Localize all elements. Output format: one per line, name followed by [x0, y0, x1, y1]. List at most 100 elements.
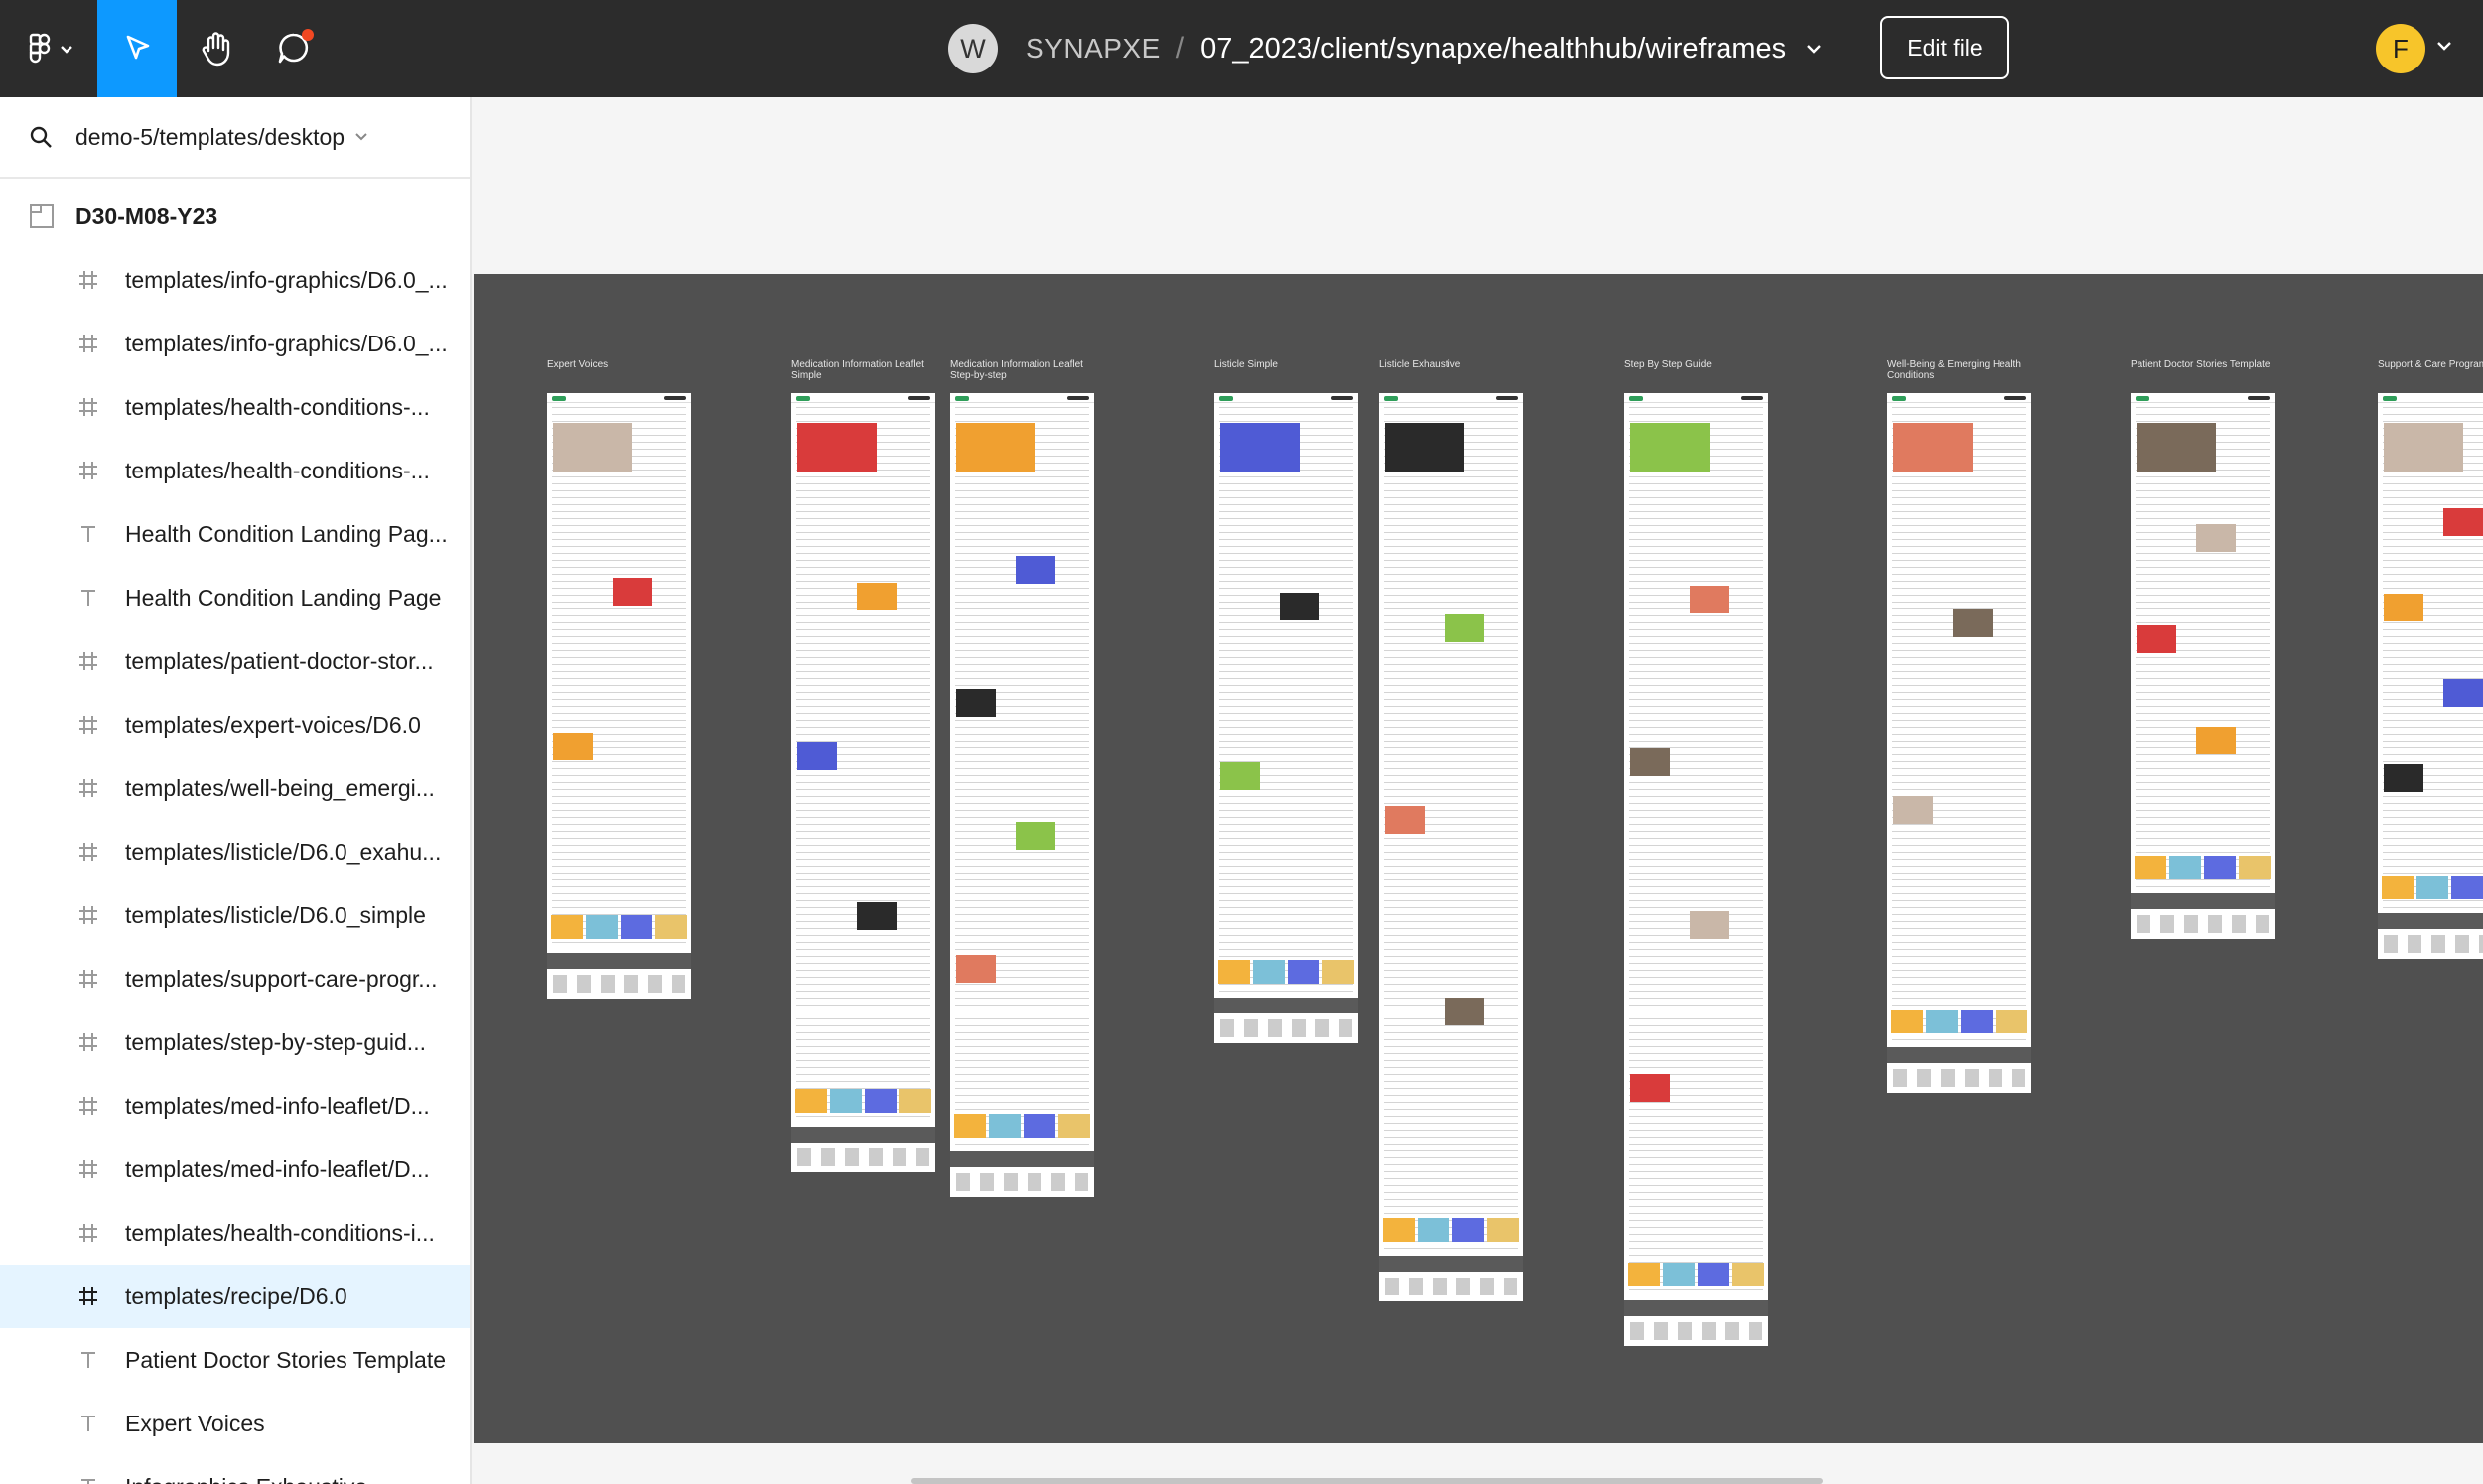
- frame-footer: [2378, 913, 2483, 959]
- logo: [1629, 396, 1643, 401]
- card-thumbnail: [2382, 876, 2414, 899]
- layer-item[interactable]: templates/listicle/D6.0_simple: [0, 883, 470, 947]
- layer-label: templates/med-info-leaflet/D...: [125, 1092, 430, 1119]
- image-thumbnail: [857, 583, 897, 610]
- frame-title[interactable]: Step By Step Guide: [1624, 359, 1778, 370]
- layer-item[interactable]: templates/listicle/D6.0_exahu...: [0, 820, 470, 883]
- chevron-down-icon[interactable]: [2436, 40, 2452, 52]
- image-thumbnail: [1953, 609, 1993, 637]
- card-thumbnail: [2169, 856, 2201, 879]
- frame-title[interactable]: Support & Care Program: [2378, 359, 2483, 370]
- card-thumbnail: [1996, 1010, 2027, 1033]
- frame-header: [2131, 393, 2275, 403]
- page-row[interactable]: D30-M08-Y23: [0, 185, 470, 248]
- layer-label: templates/patient-doctor-stor...: [125, 647, 434, 674]
- image-thumbnail: [797, 423, 877, 472]
- frame-title[interactable]: Listicle Simple: [1214, 359, 1368, 370]
- frame-icon: [75, 331, 101, 356]
- footer-links: [553, 975, 685, 993]
- layer-item[interactable]: templates/health-conditions-...: [0, 439, 470, 502]
- layer-item[interactable]: Infographics Exhaustive: [0, 1455, 470, 1484]
- frame-header: [1624, 393, 1768, 403]
- layer-item[interactable]: templates/patient-doctor-stor...: [0, 629, 470, 693]
- card-row: [1628, 1263, 1764, 1286]
- logo: [796, 396, 810, 401]
- layer-item[interactable]: Expert Voices: [0, 1392, 470, 1455]
- wireframe-frame[interactable]: [791, 393, 935, 1172]
- logo: [552, 396, 566, 401]
- frame-title[interactable]: Medication Information Leaflet Simple: [791, 359, 945, 381]
- layer-label: templates/health-conditions-...: [125, 393, 430, 420]
- layer-label: templates/step-by-step-guid...: [125, 1028, 426, 1055]
- card-thumbnail: [586, 915, 618, 939]
- horizontal-scrollbar[interactable]: [911, 1478, 1823, 1484]
- card-thumbnail: [1663, 1263, 1695, 1286]
- image-thumbnail: [2137, 625, 2176, 653]
- wireframe-frame[interactable]: [2378, 393, 2483, 959]
- frame-footer: [547, 953, 691, 999]
- layer-label: templates/health-conditions-...: [125, 457, 430, 483]
- layer-item[interactable]: templates/support-care-progr...: [0, 947, 470, 1011]
- logo: [2383, 396, 2397, 401]
- workspace-avatar[interactable]: W: [948, 24, 998, 73]
- layer-item[interactable]: Health Condition Landing Page: [0, 566, 470, 629]
- chevron-down-icon[interactable]: [1806, 43, 1822, 55]
- main-menu-button[interactable]: [0, 0, 95, 97]
- chevron-down-icon[interactable]: [354, 132, 368, 142]
- comment-tool-button[interactable]: [256, 0, 336, 97]
- footer-banner: [1379, 1256, 1523, 1272]
- footer-banner: [1214, 998, 1358, 1013]
- layer-item[interactable]: templates/info-graphics/D6.0_...: [0, 312, 470, 375]
- move-tool-button[interactable]: [97, 0, 177, 97]
- frame-title[interactable]: Listicle Exhaustive: [1379, 359, 1533, 370]
- text-icon: [75, 1474, 101, 1484]
- card-thumbnail: [1487, 1218, 1519, 1242]
- search-input[interactable]: demo-5/templates/desktop: [75, 124, 345, 151]
- layer-item[interactable]: templates/recipe/D6.0: [0, 1265, 470, 1328]
- layer-item[interactable]: templates/health-conditions-i...: [0, 1201, 470, 1265]
- header-button: [1067, 396, 1089, 400]
- frame-title[interactable]: Expert Voices: [547, 359, 701, 370]
- wireframe-frame[interactable]: [1379, 393, 1523, 1301]
- image-thumbnail: [1280, 593, 1319, 620]
- canvas-section[interactable]: Expert Voices Medication Information Leaf…: [474, 274, 2483, 1443]
- layer-item[interactable]: templates/step-by-step-guid...: [0, 1011, 470, 1074]
- wireframe-frame[interactable]: [1887, 393, 2031, 1093]
- frame-footer: [1624, 1300, 1768, 1346]
- hand-tool-button[interactable]: [177, 0, 256, 97]
- frame-content: [1629, 407, 1763, 1296]
- footer-banner: [2378, 913, 2483, 929]
- image-thumbnail: [2443, 508, 2483, 536]
- layer-item[interactable]: templates/expert-voices/D6.0: [0, 693, 470, 756]
- wireframe-frame[interactable]: [950, 393, 1094, 1197]
- page-name: D30-M08-Y23: [75, 202, 218, 229]
- card-thumbnail: [899, 1089, 931, 1113]
- wireframe-frame[interactable]: [2131, 393, 2275, 939]
- wireframe-frame[interactable]: [547, 393, 691, 999]
- layer-item[interactable]: templates/med-info-leaflet/D...: [0, 1074, 470, 1138]
- layer-item[interactable]: templates/well-being_emergi...: [0, 756, 470, 820]
- frame-header: [950, 393, 1094, 403]
- design-canvas[interactable]: Expert Voices Medication Information Leaf…: [474, 97, 2483, 1484]
- layer-item[interactable]: templates/info-graphics/D6.0_...: [0, 248, 470, 312]
- frame-title[interactable]: Medication Information Leaflet Step-by-s…: [950, 359, 1104, 381]
- card-row: [1891, 1010, 2027, 1033]
- frame-footer: [1214, 998, 1358, 1043]
- wireframe-frame[interactable]: [1624, 393, 1768, 1346]
- frame-title[interactable]: Well-Being & Emerging Health Conditions: [1887, 359, 2041, 381]
- layer-item[interactable]: Patient Doctor Stories Template: [0, 1328, 470, 1392]
- layer-item[interactable]: Health Condition Landing Pag...: [0, 502, 470, 566]
- file-name[interactable]: 07_2023/client/synapxe/healthhub/wirefra…: [1200, 33, 1786, 66]
- workspace-name[interactable]: SYNAPXE: [1026, 33, 1161, 65]
- layer-item[interactable]: templates/health-conditions-...: [0, 375, 470, 439]
- user-avatar[interactable]: F: [2376, 24, 2425, 73]
- layer-item[interactable]: templates/med-info-leaflet/D...: [0, 1138, 470, 1201]
- wireframe-frame[interactable]: [1214, 393, 1358, 1043]
- edit-file-button[interactable]: Edit file: [1880, 16, 2009, 79]
- layer-search-bar[interactable]: demo-5/templates/desktop: [0, 97, 470, 179]
- image-thumbnail: [553, 423, 632, 472]
- figma-app: W SYNAPXE / 07_2023/client/synapxe/healt…: [0, 0, 2483, 1484]
- frame-title[interactable]: Patient Doctor Stories Template: [2131, 359, 2284, 370]
- frame-footer: [2131, 893, 2275, 939]
- logo: [955, 396, 969, 401]
